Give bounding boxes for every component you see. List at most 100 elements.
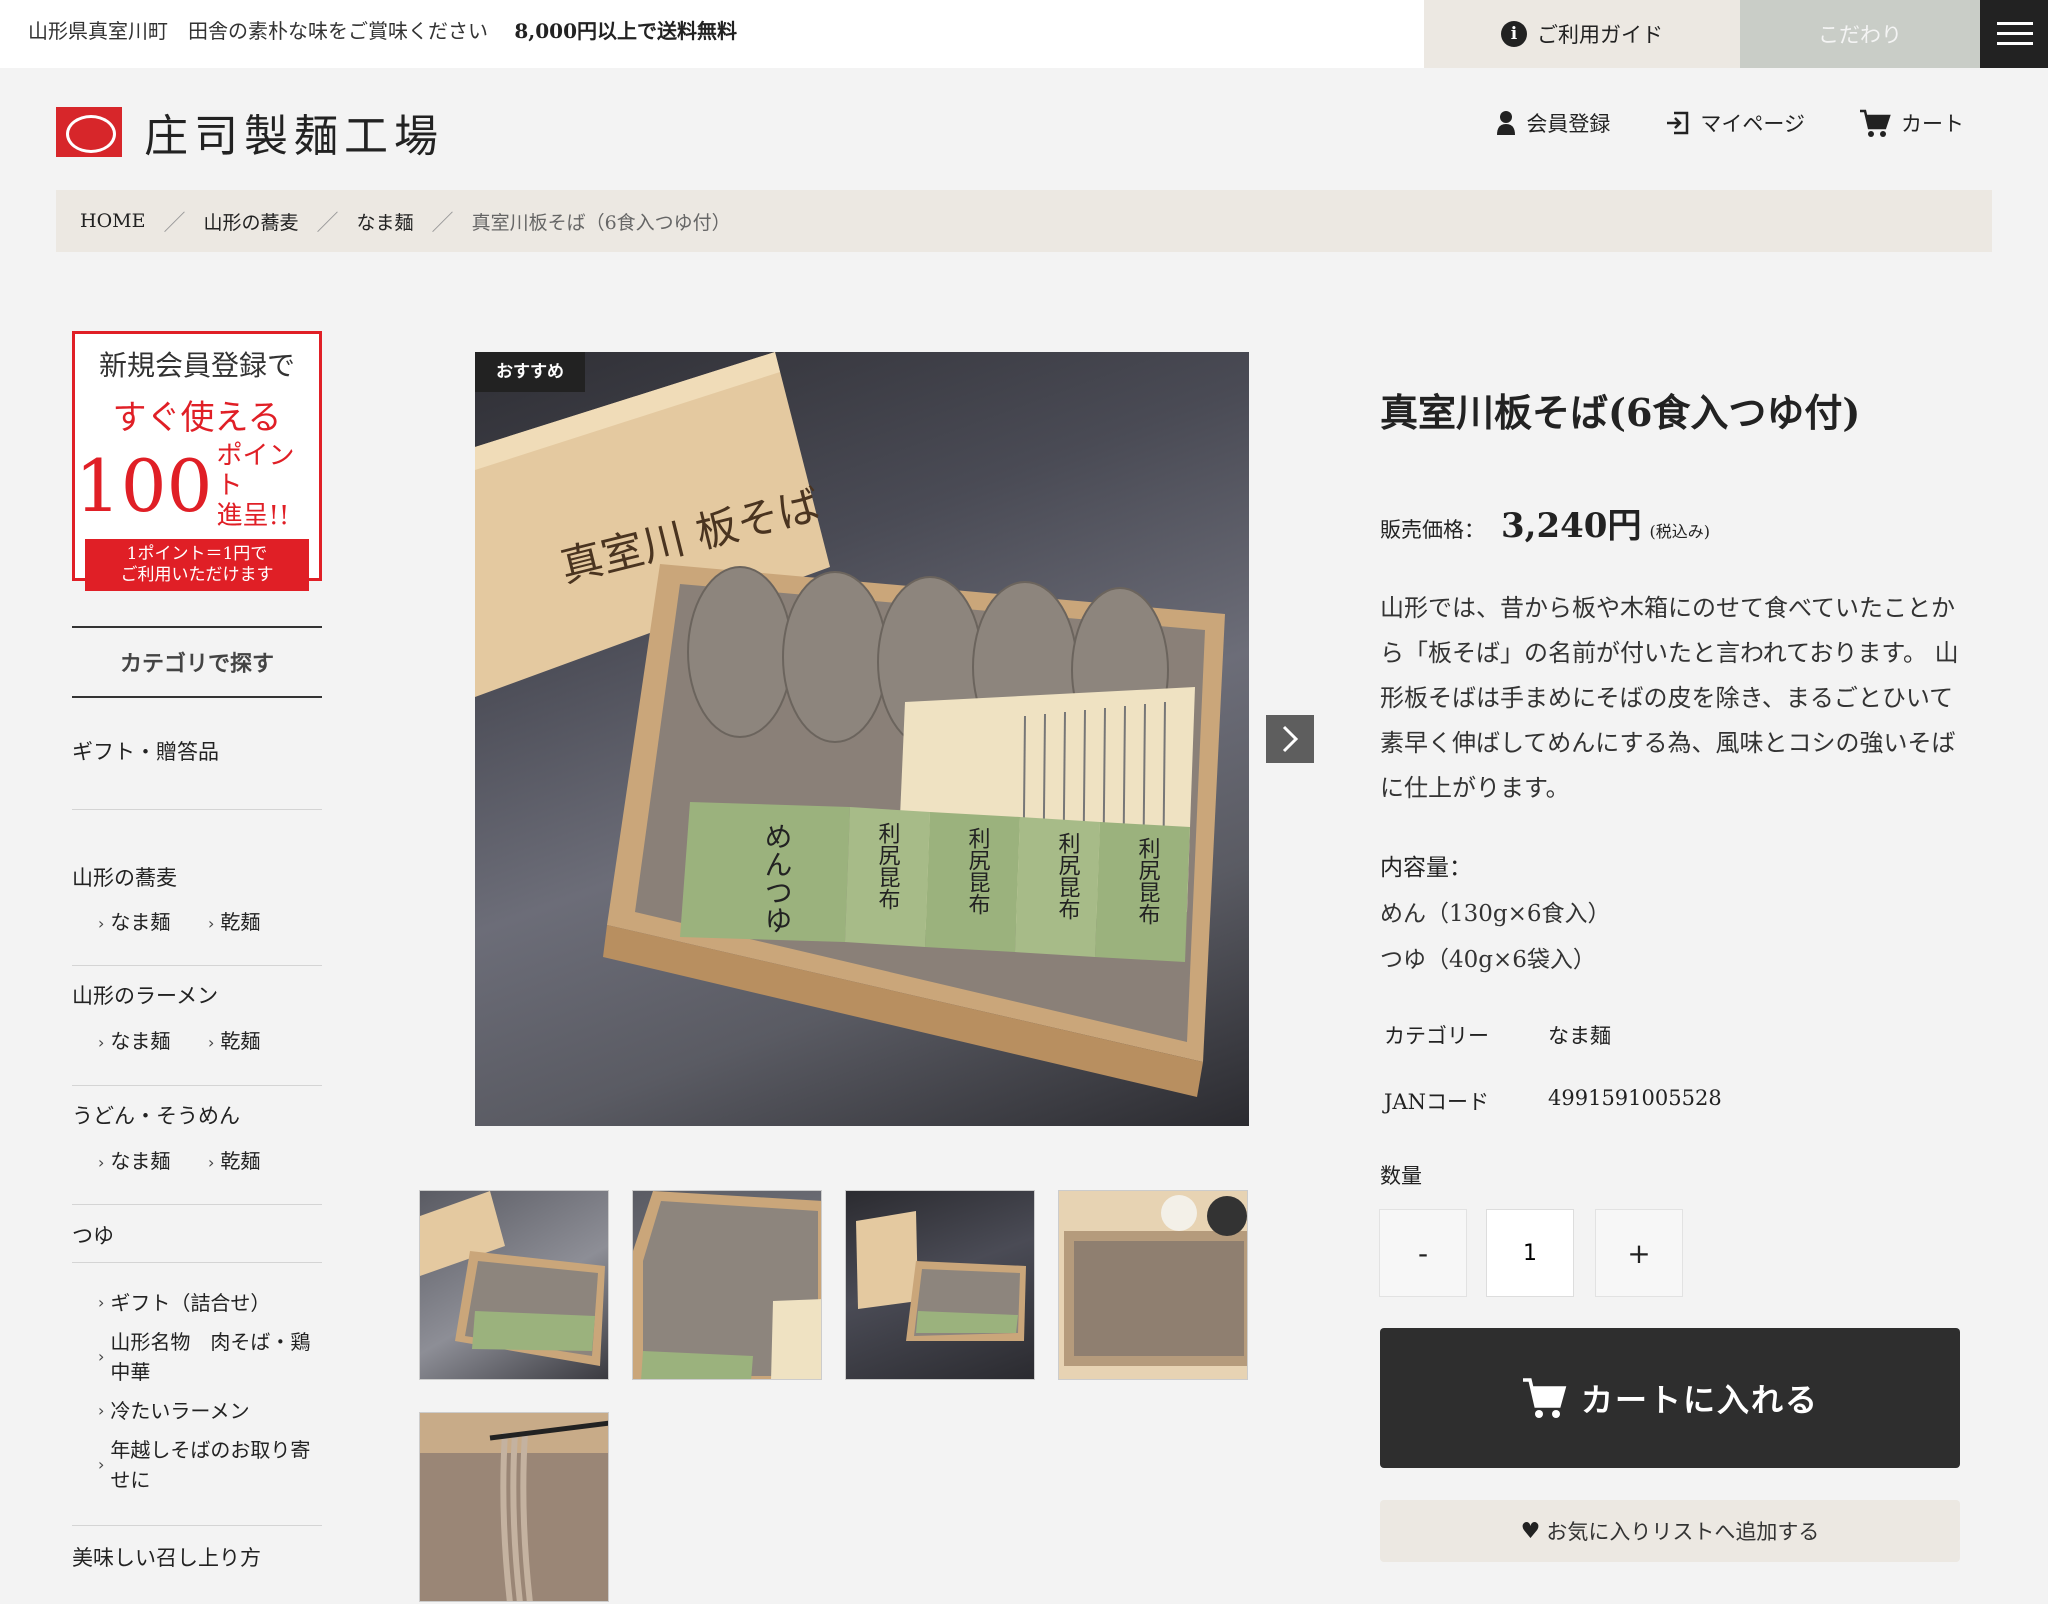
product-title: 真室川板そば(6食入つゆ付) — [1380, 390, 1861, 435]
sidebar-special-label: ギフト（詰合せ） — [110, 1291, 271, 1315]
sidebar-item-udon[interactable]: うどん・そうめん — [72, 1100, 240, 1130]
packet-label: めんつゆ — [761, 822, 794, 934]
promo-note2: ご利用いただけます — [120, 565, 274, 585]
sidebar-item-tsuyu[interactable]: つゆ — [72, 1220, 114, 1250]
category-heading: カテゴリで探す — [72, 626, 322, 698]
category-value: なま麺 — [1548, 1024, 1611, 1048]
favorites-label: お気に入りリストへ追加する — [1546, 1520, 1820, 1544]
sidebar-special-label: 冷たいラーメン — [110, 1399, 250, 1423]
sidebar-subitem-soba-nama[interactable]: › なま麺 — [98, 906, 170, 935]
add-to-cart-button[interactable]: カートに入れる — [1380, 1328, 1960, 1468]
guide-button[interactable]: i ご利用ガイド — [1424, 0, 1740, 68]
sidebar-subitem-label: なま麺 — [110, 1149, 171, 1173]
thumbnail-3[interactable] — [845, 1190, 1035, 1380]
cart-label: カート — [1901, 112, 1964, 136]
thumbnail-image — [1059, 1191, 1247, 1379]
thumbnail-4[interactable] — [1058, 1190, 1248, 1380]
sidebar-subitem-ramen-nama[interactable]: › なま麺 — [98, 1025, 170, 1054]
product-main-image[interactable]: 真室川 板そば めんつゆ 利尻昆布 利尻昆布 利尻昆布 利尻昆布 — [475, 352, 1249, 1126]
sidebar-item-ramen[interactable]: 山形のラーメン — [72, 980, 218, 1010]
sidebar-special-gift-set[interactable]: › ギフト（詰合せ） — [98, 1288, 318, 1318]
promo-line2: すぐ使える — [112, 398, 282, 438]
breadcrumb-separator: ／ — [431, 211, 454, 236]
promo-line1: 新規会員登録で — [98, 349, 295, 382]
breadcrumb-separator: ／ — [163, 211, 186, 236]
jan-value: 4991591005528 — [1548, 1086, 1722, 1110]
sidebar-subitem-label: なま麺 — [110, 910, 171, 934]
price-value: 3,240円 — [1501, 506, 1642, 546]
mypage-link[interactable]: マイページ — [1664, 108, 1805, 138]
quantity-label: 数量 — [1380, 1164, 1422, 1188]
thumbnail-image — [420, 1413, 608, 1601]
sidebar-divider — [72, 1262, 322, 1263]
breadcrumb-home[interactable]: HOME — [80, 210, 145, 232]
sidebar-subitem-soba-kan[interactable]: › 乾麺 — [208, 906, 260, 935]
sidebar-divider — [72, 1204, 322, 1205]
thumbnail-2[interactable] — [632, 1190, 822, 1380]
chevron-right-icon: › — [208, 914, 215, 933]
chevron-right-icon: › — [98, 1455, 105, 1474]
sidebar-special-nikusoba[interactable]: › 山形名物 肉そば・鶏中華 — [98, 1326, 318, 1388]
user-icon — [1497, 111, 1516, 135]
price-row: 販売価格： 3,240円 (税込み) — [1380, 498, 1710, 547]
sidebar-item-soba[interactable]: 山形の蕎麦 — [72, 862, 177, 892]
thumbnail-5[interactable] — [419, 1412, 609, 1602]
promo-number: 100 — [75, 444, 213, 528]
free-shipping-text: 8,000円以上で送料無料 — [514, 19, 737, 43]
add-to-cart-label: カートに入れる — [1580, 1381, 1819, 1419]
sidebar-subitem-label: 乾麺 — [220, 1029, 261, 1053]
sidebar-divider — [72, 809, 322, 810]
hamburger-menu-icon[interactable] — [1980, 0, 2048, 68]
sidebar-divider — [72, 965, 322, 966]
info-icon: i — [1501, 21, 1527, 47]
logo-mark-icon — [56, 107, 122, 157]
chevron-right-icon: › — [98, 1153, 105, 1172]
kodawari-button[interactable]: こだわり — [1740, 0, 1980, 68]
member-promo-banner[interactable]: 新規会員登録で すぐ使える 100 ポイント 進呈!! 1ポイント＝1円で ご利… — [72, 331, 322, 591]
product-description: 山形では、昔から板や木箱にのせて食べていたことから「板そば」の名前が付いたと言わ… — [1380, 594, 1959, 802]
announcement-message: 山形県真室川町 田舎の素朴な味をご賞味ください — [28, 19, 488, 43]
sidebar-subitem-label: 乾麺 — [220, 910, 261, 934]
announcement-text: 山形県真室川町 田舎の素朴な味をご賞味ください 8,000円以上で送料無料 — [28, 0, 737, 68]
guide-label: ご利用ガイド — [1537, 23, 1663, 47]
header-nav: 会員登録 マイページ カート — [1496, 108, 1964, 138]
thumbnail-1[interactable] — [419, 1190, 609, 1380]
quantity-plus-button[interactable]: + — [1595, 1209, 1683, 1297]
konbu-label: 利尻昆布 — [875, 822, 901, 910]
thumbnail-image — [856, 1211, 1026, 1341]
soba-box-illustration: 真室川 板そば めんつゆ 利尻昆布 利尻昆布 利尻昆布 利尻昆布 — [475, 352, 1225, 1097]
sidebar-subitem-ramen-kan[interactable]: › 乾麺 — [208, 1025, 260, 1054]
top-announcement-bar: 山形県真室川町 田舎の素朴な味をご賞味ください 8,000円以上で送料無料 i … — [0, 0, 2048, 68]
thumbnail-image — [633, 1191, 821, 1379]
quantity-input[interactable] — [1486, 1209, 1574, 1297]
konbu-label: 利尻昆布 — [1135, 837, 1161, 925]
breadcrumb-soba[interactable]: 山形の蕎麦 — [204, 208, 299, 235]
sidebar-divider — [72, 1525, 322, 1526]
promo-present: 進呈!! — [216, 501, 290, 531]
promo-unit: ポイント — [216, 441, 295, 501]
thumbnail-image — [420, 1191, 605, 1366]
add-to-favorites-button[interactable]: ♥ お気に入りリストへ追加する — [1380, 1500, 1960, 1562]
sidebar-special-cold-ramen[interactable]: › 冷たいラーメン — [98, 1396, 318, 1426]
category-key: カテゴリー — [1384, 1024, 1489, 1048]
sidebar-subitem-udon-kan[interactable]: › 乾麺 — [208, 1145, 260, 1174]
sidebar-special-label: 年越しそばのお取り寄せに — [110, 1438, 311, 1492]
sidebar-special-toshikoshi[interactable]: › 年越しそばのお取り寄せに — [98, 1434, 318, 1496]
quantity-minus-button[interactable]: - — [1379, 1209, 1467, 1297]
next-image-arrow[interactable] — [1266, 715, 1314, 763]
content-label: 内容量： — [1380, 855, 1472, 881]
site-logo[interactable]: 庄司製麺工場 — [56, 100, 444, 164]
breadcrumb-nama-men[interactable]: なま麺 — [357, 208, 414, 235]
register-label: 会員登録 — [1526, 112, 1611, 136]
cart-link[interactable]: カート — [1859, 108, 1964, 138]
cart-icon — [1860, 109, 1891, 137]
chevron-right-icon: › — [98, 1347, 105, 1366]
sidebar-item-gift[interactable]: ギフト・贈答品 — [72, 736, 219, 766]
chevron-right-icon: › — [98, 1401, 105, 1420]
sidebar-subitem-udon-nama[interactable]: › なま麺 — [98, 1145, 170, 1174]
konbu-label: 利尻昆布 — [1055, 832, 1081, 920]
content-soup: つゆ（40g×6袋入） — [1380, 947, 1596, 973]
login-icon — [1667, 111, 1689, 135]
sidebar-item-howto[interactable]: 美味しい召し上り方 — [72, 1542, 261, 1572]
register-link[interactable]: 会員登録 — [1496, 108, 1610, 138]
